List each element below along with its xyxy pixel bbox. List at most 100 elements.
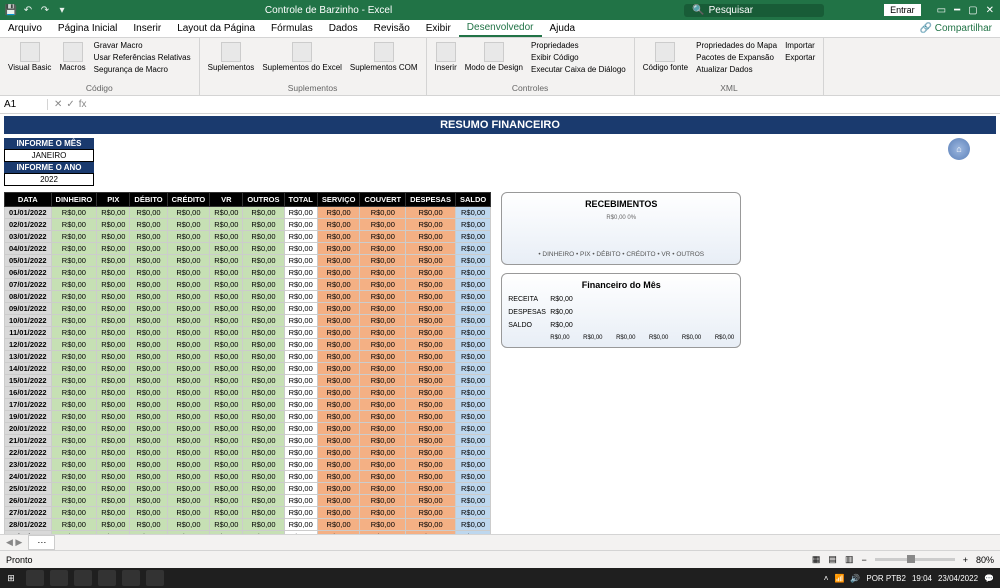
close-icon[interactable]: ✕: [986, 5, 994, 16]
table-row[interactable]: 12/01/2022R$0,00R$0,00R$0,00R$0,00R$0,00…: [5, 339, 491, 351]
view-pagebreak-icon[interactable]: ▥: [845, 554, 854, 565]
minimize-icon[interactable]: ━: [954, 5, 960, 16]
search-box[interactable]: 🔍 Pesquisar: [684, 4, 824, 17]
date-cell[interactable]: 06/01/2022: [5, 267, 52, 279]
date-cell[interactable]: 20/01/2022: [5, 423, 52, 435]
notifications-icon[interactable]: 💬: [984, 574, 994, 583]
date-cell[interactable]: 07/01/2022: [5, 279, 52, 291]
tab-layout[interactable]: Layout da Página: [169, 21, 263, 36]
zoom-slider[interactable]: [875, 558, 955, 561]
date-cell[interactable]: 26/01/2022: [5, 495, 52, 507]
tab-revisao[interactable]: Revisão: [366, 21, 418, 36]
chrome-icon[interactable]: [98, 570, 116, 586]
clock-time[interactable]: 19:04: [912, 574, 932, 583]
table-row[interactable]: 17/01/2022R$0,00R$0,00R$0,00R$0,00R$0,00…: [5, 399, 491, 411]
table-row[interactable]: 14/01/2022R$0,00R$0,00R$0,00R$0,00R$0,00…: [5, 363, 491, 375]
table-row[interactable]: 27/01/2022R$0,00R$0,00R$0,00R$0,00R$0,00…: [5, 507, 491, 519]
executar-dialogo-button[interactable]: Executar Caixa de Diálogo: [529, 64, 628, 75]
pacotes-expansao-button[interactable]: Pacotes de Expansão: [694, 52, 779, 63]
explorer-icon[interactable]: [74, 570, 92, 586]
name-box[interactable]: A1: [0, 99, 48, 110]
autosave-icon[interactable]: 💾: [4, 3, 18, 17]
volume-icon[interactable]: 🔊: [850, 574, 860, 583]
tab-inserir[interactable]: Inserir: [125, 21, 169, 36]
date-cell[interactable]: 01/01/2022: [5, 207, 52, 219]
date-cell[interactable]: 05/01/2022: [5, 255, 52, 267]
year-value[interactable]: 2022: [4, 173, 94, 186]
tab-nav-arrows[interactable]: ◀ ▶: [0, 537, 28, 548]
date-cell[interactable]: 03/01/2022: [5, 231, 52, 243]
table-row[interactable]: 24/01/2022R$0,00R$0,00R$0,00R$0,00R$0,00…: [5, 471, 491, 483]
exportar-button[interactable]: Exportar: [783, 52, 817, 63]
view-layout-icon[interactable]: ▤: [828, 554, 837, 565]
redo-icon[interactable]: ↷: [38, 3, 52, 17]
table-row[interactable]: 16/01/2022R$0,00R$0,00R$0,00R$0,00R$0,00…: [5, 387, 491, 399]
table-row[interactable]: 23/01/2022R$0,00R$0,00R$0,00R$0,00R$0,00…: [5, 459, 491, 471]
date-cell[interactable]: 21/01/2022: [5, 435, 52, 447]
date-cell[interactable]: 27/01/2022: [5, 507, 52, 519]
taskview-icon[interactable]: [50, 570, 68, 586]
start-button[interactable]: ⊞: [0, 573, 22, 584]
table-row[interactable]: 08/01/2022R$0,00R$0,00R$0,00R$0,00R$0,00…: [5, 291, 491, 303]
table-row[interactable]: 21/01/2022R$0,00R$0,00R$0,00R$0,00R$0,00…: [5, 435, 491, 447]
gravar-macro-button[interactable]: Gravar Macro: [92, 40, 193, 51]
date-cell[interactable]: 22/01/2022: [5, 447, 52, 459]
table-row[interactable]: 15/01/2022R$0,00R$0,00R$0,00R$0,00R$0,00…: [5, 375, 491, 387]
seguranca-macro-button[interactable]: Segurança de Macro: [92, 64, 193, 75]
importar-button[interactable]: Importar: [783, 40, 817, 51]
suplementos-excel-button[interactable]: Suplementos do Excel: [260, 40, 344, 74]
date-cell[interactable]: 15/01/2022: [5, 375, 52, 387]
date-cell[interactable]: 10/01/2022: [5, 315, 52, 327]
date-cell[interactable]: 29/01/2022: [5, 531, 52, 535]
exibir-codigo-button[interactable]: Exibir Código: [529, 52, 628, 63]
zoom-out-icon[interactable]: −: [861, 555, 866, 565]
modo-design-button[interactable]: Modo de Design: [463, 40, 525, 74]
table-row[interactable]: 19/01/2022R$0,00R$0,00R$0,00R$0,00R$0,00…: [5, 411, 491, 423]
table-row[interactable]: 26/01/2022R$0,00R$0,00R$0,00R$0,00R$0,00…: [5, 495, 491, 507]
date-cell[interactable]: 17/01/2022: [5, 399, 52, 411]
date-cell[interactable]: 04/01/2022: [5, 243, 52, 255]
table-row[interactable]: 07/01/2022R$0,00R$0,00R$0,00R$0,00R$0,00…: [5, 279, 491, 291]
qa-more-icon[interactable]: ▾: [55, 3, 69, 17]
date-cell[interactable]: 14/01/2022: [5, 363, 52, 375]
suplementos-com-button[interactable]: Suplementos COM: [348, 40, 420, 74]
home-icon[interactable]: ⌂: [948, 138, 970, 160]
tab-arquivo[interactable]: Arquivo: [0, 21, 50, 36]
sheet-tab[interactable]: ⋯: [28, 535, 55, 550]
wifi-icon[interactable]: 📶: [834, 574, 844, 583]
table-row[interactable]: 22/01/2022R$0,00R$0,00R$0,00R$0,00R$0,00…: [5, 447, 491, 459]
view-normal-icon[interactable]: ▦: [812, 554, 821, 565]
worksheet[interactable]: RESUMO FINANCEIRO ⌂ INFORME O MÊS JANEIR…: [0, 114, 1000, 534]
propriedades-button[interactable]: Propriedades: [529, 40, 628, 51]
date-cell[interactable]: 23/01/2022: [5, 459, 52, 471]
tab-desenvolvedor[interactable]: Desenvolvedor: [459, 20, 542, 37]
table-row[interactable]: 25/01/2022R$0,00R$0,00R$0,00R$0,00R$0,00…: [5, 483, 491, 495]
date-cell[interactable]: 11/01/2022: [5, 327, 52, 339]
finance-table[interactable]: DATADINHEIROPIXDÉBITOCRÉDITOVROUTROSTOTA…: [4, 192, 491, 534]
date-cell[interactable]: 16/01/2022: [5, 387, 52, 399]
app-icon[interactable]: [146, 570, 164, 586]
table-row[interactable]: 01/01/2022R$0,00R$0,00R$0,00R$0,00R$0,00…: [5, 207, 491, 219]
date-cell[interactable]: 19/01/2022: [5, 411, 52, 423]
suplementos-button[interactable]: Suplementos: [206, 40, 257, 74]
search-taskbar-icon[interactable]: [26, 570, 44, 586]
tab-dados[interactable]: Dados: [321, 21, 366, 36]
macros-button[interactable]: Macros: [57, 40, 87, 74]
undo-icon[interactable]: ↶: [21, 3, 35, 17]
share-button[interactable]: 🔗 Compartilhar: [920, 23, 992, 34]
date-cell[interactable]: 25/01/2022: [5, 483, 52, 495]
codigo-fonte-button[interactable]: Código fonte: [641, 40, 690, 74]
table-row[interactable]: 05/01/2022R$0,00R$0,00R$0,00R$0,00R$0,00…: [5, 255, 491, 267]
table-row[interactable]: 06/01/2022R$0,00R$0,00R$0,00R$0,00R$0,00…: [5, 267, 491, 279]
cancel-icon[interactable]: ✕: [54, 99, 62, 110]
maximize-icon[interactable]: ▢: [968, 5, 977, 16]
date-cell[interactable]: 02/01/2022: [5, 219, 52, 231]
inserir-controle-button[interactable]: Inserir: [433, 40, 459, 74]
lang-indicator[interactable]: POR PTB2: [866, 574, 906, 583]
table-row[interactable]: 11/01/2022R$0,00R$0,00R$0,00R$0,00R$0,00…: [5, 327, 491, 339]
table-row[interactable]: 04/01/2022R$0,00R$0,00R$0,00R$0,00R$0,00…: [5, 243, 491, 255]
table-row[interactable]: 09/01/2022R$0,00R$0,00R$0,00R$0,00R$0,00…: [5, 303, 491, 315]
date-cell[interactable]: 08/01/2022: [5, 291, 52, 303]
tab-formulas[interactable]: Fórmulas: [263, 21, 321, 36]
prop-mapa-button[interactable]: Propriedades do Mapa: [694, 40, 779, 51]
